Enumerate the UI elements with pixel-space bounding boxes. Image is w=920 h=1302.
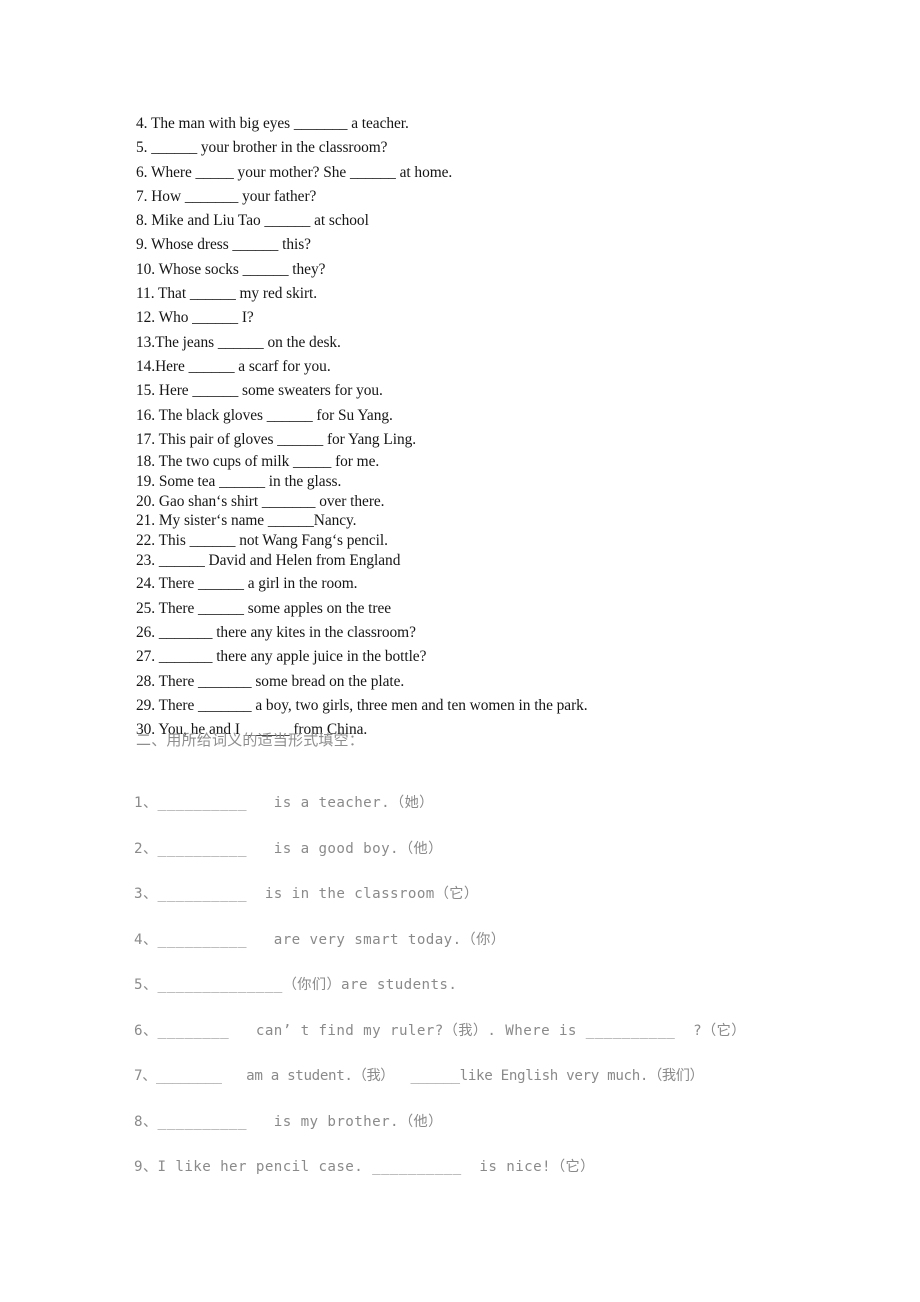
question-item: 13.The jeans ______ on the desk. [136, 333, 341, 351]
question-item: 7. How _______ your father? [136, 187, 317, 205]
question-item: 16. The black gloves ______ for Su Yang. [136, 406, 393, 424]
question-item: 14.Here ______ a scarf for you. [136, 357, 331, 375]
question-item: 4. The man with big eyes _______ a teach… [136, 115, 409, 132]
question-item: 18. The two cups of milk _____ for me. [136, 453, 380, 471]
question-item: 7、________ am a student.（我） ______like E… [134, 1068, 704, 1084]
question-item: 4、__________ are very smart today.（你） [134, 931, 506, 948]
question-item: 21. My sister‘s name ______Nancy. [136, 512, 357, 530]
question-item: 17. This pair of gloves ______ for Yang … [136, 430, 417, 448]
question-item: 20. Gao shan‘s shirt _______ over there. [136, 492, 385, 510]
question-item: 8、__________ is my brother.（他） [134, 1113, 443, 1130]
section-two-heading: 二、用所给词义的适当形式填空： [136, 731, 365, 749]
question-item: 5. ______ your brother in the classroom? [136, 139, 388, 157]
question-item: 25. There ______ some apples on the tree [136, 599, 392, 617]
question-item: 15. Here ______ some sweaters for you. [136, 382, 383, 400]
question-item: 9、I like her pencil case. __________ is … [134, 1159, 595, 1175]
question-item: 11. That ______ my red skirt. [136, 285, 318, 303]
question-item: 10. Whose socks ______ they? [136, 260, 326, 278]
question-item: 9. Whose dress ______ this? [136, 236, 311, 254]
section-one-question-list: 4. The man with big eyes _______ a teach… [136, 112, 876, 742]
question-item: 19. Some tea ______ in the glass. [136, 472, 342, 490]
question-item: 3、__________ is in the classroom（它） [134, 886, 479, 902]
worksheet-page: 4. The man with big eyes _______ a teach… [0, 0, 920, 1302]
question-item: 27. _______ there any apple juice in the… [136, 648, 427, 666]
question-item: 22. This ______ not Wang Fang‘s pencil. [136, 531, 388, 549]
question-item: 26. _______ there any kites in the class… [136, 623, 416, 641]
question-item: 5、______________（你们）are students. [134, 977, 458, 993]
question-item: 24. There ______ a girl in the room. [136, 575, 358, 593]
question-item: 28. There _______ some bread on the plat… [136, 672, 405, 690]
question-item: 6. Where _____ your mother? She ______ a… [136, 163, 453, 181]
question-item: 23. ______ David and Helen from England [136, 551, 401, 569]
question-item: 2、__________ is a good boy.（他） [134, 840, 443, 857]
question-item: 12. Who ______ I? [136, 309, 254, 327]
question-item: 1、__________ is a teacher.（她） [134, 795, 434, 811]
question-item: 29. There _______ a boy, two girls, thre… [136, 696, 588, 714]
question-item: 8. Mike and Liu Tao ______ at school [136, 212, 369, 230]
section-two-question-list: 1、__________ is a teacher.（她） 2、________… [134, 781, 914, 1191]
question-item: 6、________ can’ t find my ruler?（我）. Whe… [134, 1022, 746, 1039]
